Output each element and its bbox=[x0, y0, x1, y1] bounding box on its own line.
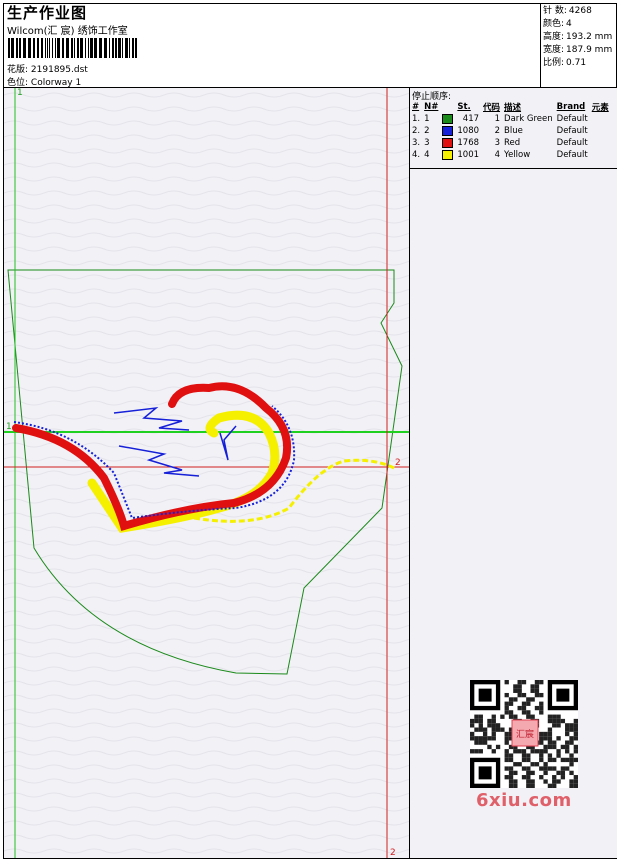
row-description: Red bbox=[504, 138, 521, 148]
design-file-name: 2191895.dst bbox=[30, 65, 88, 75]
page-title: 生产作业图 bbox=[7, 4, 88, 22]
col-stitches: St. bbox=[457, 101, 471, 112]
qr-code-watermark: 汇宸 bbox=[470, 680, 578, 788]
guide-label-h2: 2 bbox=[395, 458, 401, 468]
row-element bbox=[590, 125, 611, 137]
seal-text: 汇宸 bbox=[516, 728, 534, 740]
color-row: 3. 3 1768 3 Red Default bbox=[410, 137, 611, 149]
row-description: Dark Green bbox=[504, 114, 553, 124]
row-brand: Default bbox=[556, 138, 588, 148]
col-element: 元素 bbox=[591, 102, 609, 113]
row-index: 1. bbox=[412, 114, 421, 124]
color-row: 1. 1 417 1 Dark Green Default bbox=[410, 113, 611, 125]
row-stitches: 1080 bbox=[457, 126, 480, 136]
row-brand: Default bbox=[556, 114, 588, 124]
col-description: 描述 bbox=[504, 102, 522, 113]
row-code: 1 bbox=[494, 114, 501, 124]
col-brand: Brand bbox=[556, 101, 586, 112]
site-watermark: 6xiu.com bbox=[476, 790, 572, 811]
col-index: # bbox=[412, 101, 420, 112]
row-element bbox=[590, 113, 611, 125]
row-description: Yellow bbox=[504, 150, 531, 160]
row-index: 4. bbox=[412, 150, 421, 160]
stat-stitches: 针 数: 4268 bbox=[543, 6, 592, 16]
col-swatch bbox=[440, 100, 455, 113]
stat-width: 宽度: 187.9 mm bbox=[543, 45, 613, 55]
row-stitches: 417 bbox=[462, 114, 480, 124]
row-code: 4 bbox=[494, 150, 501, 160]
design-file-line: 花版: 2191895.dst bbox=[7, 62, 88, 75]
color-swatch bbox=[440, 113, 455, 125]
color-table: # N# St. 代码 描述 Brand 元素 1. 1 417 1 Dark Gree… bbox=[410, 100, 611, 161]
embroidery-preview bbox=[4, 88, 409, 858]
color-table-header: # N# St. 代码 描述 Brand 元素 bbox=[410, 100, 611, 113]
stats-divider bbox=[540, 3, 541, 88]
design-label: 花版: bbox=[7, 65, 29, 75]
color-swatch bbox=[440, 149, 455, 161]
row-code: 3 bbox=[494, 138, 501, 148]
row-brand: Default bbox=[556, 126, 588, 136]
row-description: Blue bbox=[504, 126, 523, 136]
row-needle: 3 bbox=[424, 138, 430, 148]
col-needle: N# bbox=[424, 101, 439, 112]
stat-colors: 颜色: 4 bbox=[543, 19, 572, 29]
fabric-background bbox=[4, 88, 409, 858]
color-row: 4. 4 1001 4 Yellow Default bbox=[410, 149, 611, 161]
row-stitches: 1001 bbox=[457, 150, 480, 160]
stat-scale: 比例: 0.71 bbox=[543, 58, 587, 68]
row-element bbox=[590, 149, 611, 161]
row-stitches: 1768 bbox=[457, 138, 480, 148]
guide-label-v1: 1 bbox=[17, 88, 23, 98]
color-swatch bbox=[440, 137, 455, 149]
color-row: 2. 2 1080 2 Blue Default bbox=[410, 125, 611, 137]
guide-label-v2: 2 bbox=[390, 848, 396, 858]
col-code: 代码 bbox=[483, 102, 501, 113]
color-swatch bbox=[440, 125, 455, 137]
guide-label-h1: 1 bbox=[6, 422, 12, 432]
row-index: 2. bbox=[412, 126, 421, 136]
stat-height: 高度: 193.2 mm bbox=[543, 32, 613, 42]
table-divider bbox=[410, 168, 617, 169]
row-needle: 1 bbox=[424, 114, 430, 124]
row-needle: 2 bbox=[424, 126, 430, 136]
row-needle: 4 bbox=[424, 150, 430, 160]
row-brand: Default bbox=[556, 150, 588, 160]
barcode bbox=[8, 38, 137, 58]
row-element bbox=[590, 137, 611, 149]
design-stats: 针 数: 4268 颜色: 4 高度: 193.2 mm 宽度: 187.9 mm 比例… bbox=[543, 5, 612, 70]
row-code: 2 bbox=[494, 126, 501, 136]
design-canvas: 1 1 2 2 bbox=[4, 88, 409, 858]
row-index: 3. bbox=[412, 138, 421, 148]
company-name: Wilcom(汇 宸) 绣饰工作室 bbox=[7, 26, 128, 37]
